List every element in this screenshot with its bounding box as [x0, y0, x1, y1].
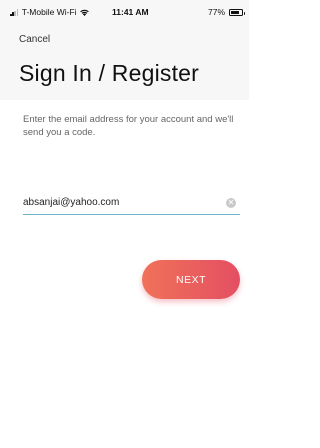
clear-circle-icon[interactable]: ✕ — [226, 198, 236, 208]
signal-bars-icon — [10, 9, 19, 16]
email-input[interactable] — [23, 193, 218, 211]
status-bar-left: T-Mobile Wi-Fi — [10, 7, 89, 17]
email-field[interactable]: ✕ — [23, 191, 240, 215]
battery-fill — [231, 10, 239, 14]
page-title: Sign In / Register — [19, 60, 200, 86]
sign-in-screen: T-Mobile Wi-Fi 11:41 AM 77% Cancel Sign … — [0, 0, 249, 448]
battery-tip — [243, 11, 245, 15]
instructions-text: Enter the email address for your account… — [23, 114, 234, 138]
header: Cancel Sign In / Register — [0, 22, 249, 100]
cancel-button[interactable]: Cancel — [19, 34, 50, 45]
clock-time: 11:41 AM — [112, 7, 149, 17]
status-bar: T-Mobile Wi-Fi 11:41 AM 77% — [0, 0, 249, 22]
battery-icon — [229, 8, 245, 16]
next-button[interactable]: NEXT — [142, 260, 240, 299]
carrier-label: T-Mobile Wi-Fi — [21, 7, 77, 17]
battery-percent: 77% — [207, 7, 225, 17]
status-bar-right: 77% — [207, 7, 245, 17]
wifi-icon — [79, 9, 89, 16]
